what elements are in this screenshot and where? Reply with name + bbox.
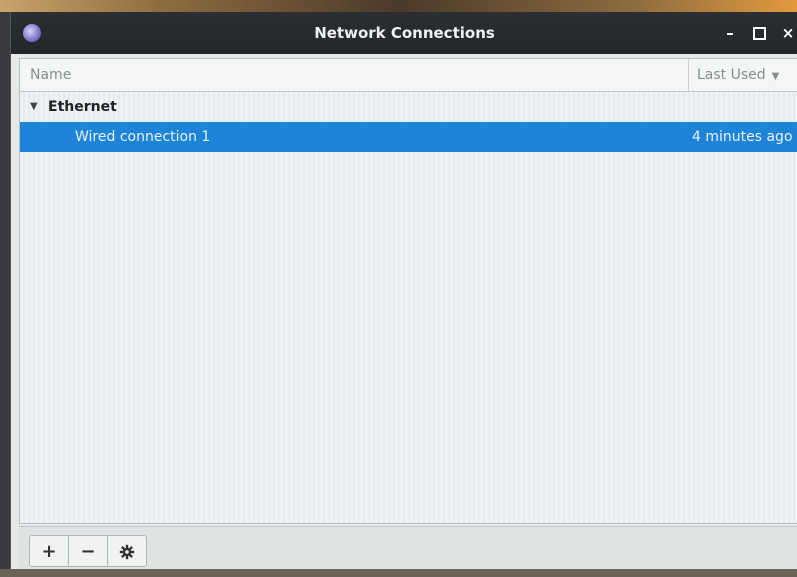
minimize-button[interactable]: – [719,22,741,44]
gear-icon [119,544,135,560]
expander-down-icon[interactable]: ▼ [30,92,38,122]
plus-icon: + [41,541,57,562]
connections-list[interactable]: Name Last Used ▼ ▼ Ethernet Wired connect… [19,58,797,524]
list-header: Name Last Used ▼ [20,59,797,92]
window-title: Network Connections [314,24,495,42]
column-header-last-used-label: Last Used [697,67,766,83]
close-button[interactable]: × [777,22,797,44]
add-connection-button[interactable]: + [29,535,69,567]
column-header-last-used[interactable]: Last Used ▼ [688,59,797,91]
connection-name: Wired connection 1 [75,129,211,145]
connection-row-wired-connection-1[interactable]: Wired connection 1 4 minutes ago [20,122,797,152]
sort-down-icon: ▼ [771,71,780,82]
bottom-toolbar: + − [19,526,797,573]
maximize-icon [752,27,766,40]
remove-connection-button[interactable]: − [68,535,108,567]
column-header-name[interactable]: Name [30,59,71,91]
desktop-background-bottom [0,569,797,577]
close-icon: × [781,24,795,42]
connection-last-used: 4 minutes ago [692,129,793,145]
network-connections-window: Network Connections – × Name Last Used ▼ … [10,12,797,573]
minus-icon: − [80,541,96,562]
desktop-background-top [0,0,797,12]
window-titlebar[interactable]: Network Connections – × [11,12,797,54]
group-label: Ethernet [48,99,117,115]
minimize-icon: – [726,24,734,42]
maximize-button[interactable] [748,22,770,44]
group-ethernet[interactable]: ▼ Ethernet [20,92,797,122]
edit-connection-button[interactable] [107,535,147,567]
